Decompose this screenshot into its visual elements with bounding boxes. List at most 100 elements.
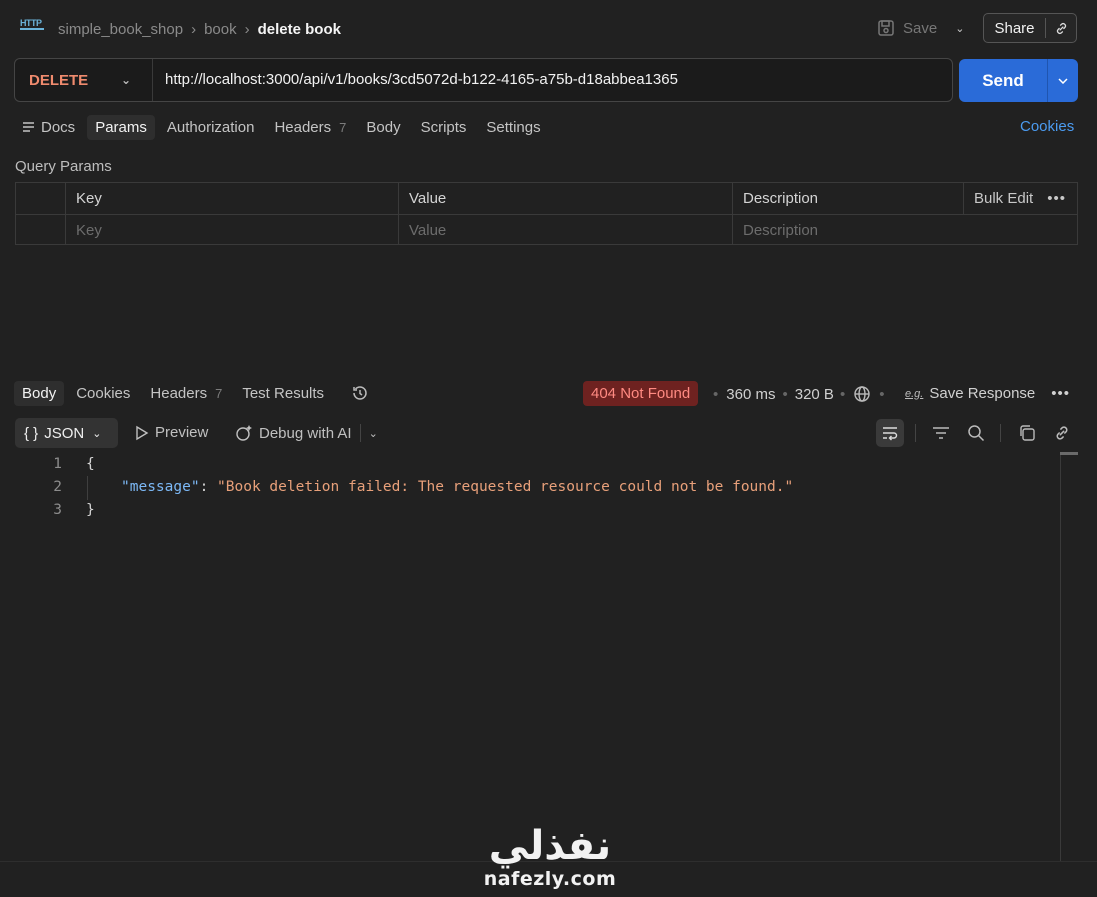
indent-guide xyxy=(87,476,88,500)
column-header-description: Description xyxy=(733,183,964,214)
copy-icon[interactable] xyxy=(1013,419,1041,447)
more-options-icon[interactable]: ••• xyxy=(1051,385,1070,402)
share-label: Share xyxy=(994,19,1035,37)
code-line: } xyxy=(86,502,95,518)
link-icon[interactable] xyxy=(1046,21,1076,36)
send-button[interactable]: Send xyxy=(959,59,1078,102)
tab-docs[interactable]: Docs xyxy=(14,115,83,140)
url-bar: DELETE ⌄ http://localhost:3000/api/v1/bo… xyxy=(14,58,953,102)
tab-response-cookies[interactable]: Cookies xyxy=(68,381,138,406)
braces-icon: { } xyxy=(24,424,39,442)
wrap-lines-icon[interactable] xyxy=(876,419,904,447)
method-selector[interactable]: DELETE ⌄ xyxy=(15,59,153,101)
request-tabs: Docs Params Authorization Headers 7 Body… xyxy=(14,112,553,142)
tab-label: Body xyxy=(22,384,57,402)
tab-label: Headers xyxy=(150,384,208,402)
chevron-down-icon[interactable] xyxy=(1048,59,1078,102)
chevron-down-icon[interactable]: ⌄ xyxy=(955,22,964,35)
link-icon[interactable] xyxy=(1048,419,1076,447)
tab-label: Cookies xyxy=(76,384,131,402)
tab-scripts[interactable]: Scripts xyxy=(413,115,475,140)
debug-label: Debug with AI xyxy=(259,424,352,442)
tab-label: Headers xyxy=(274,118,332,136)
code-line: { xyxy=(86,456,95,472)
docs-icon xyxy=(22,121,35,133)
request-title[interactable]: delete book xyxy=(258,21,341,38)
column-header-key: Key xyxy=(66,183,399,214)
url-input[interactable]: http://localhost:3000/api/v1/books/3cd50… xyxy=(165,71,678,88)
code-line: "message": "Book deletion failed: The re… xyxy=(121,479,793,495)
status-badge[interactable]: 404 Not Found xyxy=(583,381,699,406)
description-input[interactable]: Description xyxy=(733,214,1077,245)
row-checkbox[interactable] xyxy=(16,214,66,245)
key-input[interactable]: Key xyxy=(66,214,399,245)
json-separator: : xyxy=(199,479,218,495)
tab-params[interactable]: Params xyxy=(87,114,155,140)
tab-label: Settings xyxy=(486,118,541,136)
line-number: 1 xyxy=(53,456,62,472)
example-icon: e.g. xyxy=(905,387,924,400)
tab-headers[interactable]: Headers 7 xyxy=(266,115,354,140)
share-button[interactable]: Share xyxy=(983,13,1077,43)
breadcrumb-folder[interactable]: book xyxy=(204,21,237,38)
chevron-down-icon[interactable]: ⌄ xyxy=(369,427,378,440)
filter-icon[interactable] xyxy=(927,419,955,447)
more-options-icon[interactable]: ••• xyxy=(1047,190,1066,207)
chevron-down-icon: ⌄ xyxy=(92,427,102,440)
save-icon xyxy=(877,19,895,37)
breadcrumb: simple_book_shop › book › delete book xyxy=(58,19,341,39)
json-string-value: "Book deletion failed: The requested res… xyxy=(217,479,794,495)
tab-settings[interactable]: Settings xyxy=(478,115,548,140)
json-key: "message" xyxy=(121,479,200,495)
search-icon[interactable] xyxy=(962,419,990,447)
chevron-down-icon: ⌄ xyxy=(121,73,132,87)
tab-label: Docs xyxy=(41,118,76,136)
ai-sparkle-icon xyxy=(235,424,254,442)
tab-label: Test Results xyxy=(242,384,325,402)
response-time[interactable]: 360 ms xyxy=(726,386,775,403)
breadcrumb-collection[interactable]: simple_book_shop xyxy=(58,21,183,38)
tab-label: Authorization xyxy=(166,118,255,136)
save-response-button[interactable]: e.g. Save Response ••• xyxy=(905,385,1070,402)
tab-label: Scripts xyxy=(420,118,467,136)
method-label: DELETE xyxy=(29,71,89,89)
tab-response-headers[interactable]: Headers 7 xyxy=(142,381,230,406)
save-button[interactable]: Save ⌄ xyxy=(877,17,964,39)
line-number: 3 xyxy=(53,502,62,518)
value-input[interactable]: Value xyxy=(399,214,733,245)
headers-count-badge: 7 xyxy=(215,385,223,401)
tab-test-results[interactable]: Test Results xyxy=(234,381,332,406)
history-icon[interactable] xyxy=(346,379,374,407)
chevron-right-icon: › xyxy=(191,20,197,38)
debug-with-ai-button[interactable]: Debug with AI ⌄ xyxy=(235,424,378,442)
format-label: JSON xyxy=(44,424,85,442)
bulk-edit-button[interactable]: Bulk Edit ••• xyxy=(964,183,1077,214)
save-response-label: Save Response xyxy=(929,385,1036,402)
query-params-title: Query Params xyxy=(15,158,112,175)
tab-body[interactable]: Body xyxy=(358,115,408,140)
format-selector[interactable]: { } JSON ⌄ xyxy=(15,418,118,448)
save-label: Save xyxy=(903,19,938,37)
bulk-edit-label: Bulk Edit xyxy=(974,190,1034,207)
headers-count-badge: 7 xyxy=(339,119,347,135)
preview-label: Preview xyxy=(155,424,209,441)
preview-button[interactable]: Preview xyxy=(135,424,208,441)
scrollbar-thumb[interactable] xyxy=(1060,452,1078,455)
response-size[interactable]: 320 B xyxy=(795,386,834,403)
play-icon xyxy=(135,425,149,441)
watermark-logo: نفذلي nafezly.com xyxy=(470,824,630,896)
send-label: Send xyxy=(982,70,1024,90)
cookies-link[interactable]: Cookies xyxy=(1020,118,1074,135)
watermark-arabic: نفذلي xyxy=(488,823,612,869)
tab-authorization[interactable]: Authorization xyxy=(159,115,263,140)
tab-label: Params xyxy=(95,118,147,136)
scrollbar-track[interactable] xyxy=(1060,452,1061,862)
http-icon: HTTP xyxy=(20,18,44,38)
tab-label: Body xyxy=(366,118,401,136)
globe-icon[interactable] xyxy=(853,385,871,403)
chevron-right-icon: › xyxy=(244,20,250,38)
tab-response-body[interactable]: Body xyxy=(14,380,65,406)
watermark-latin: nafezly.com xyxy=(483,868,617,890)
params-table: Key Value Description Bulk Edit ••• Key … xyxy=(15,182,1078,245)
checkbox-column xyxy=(16,183,66,214)
